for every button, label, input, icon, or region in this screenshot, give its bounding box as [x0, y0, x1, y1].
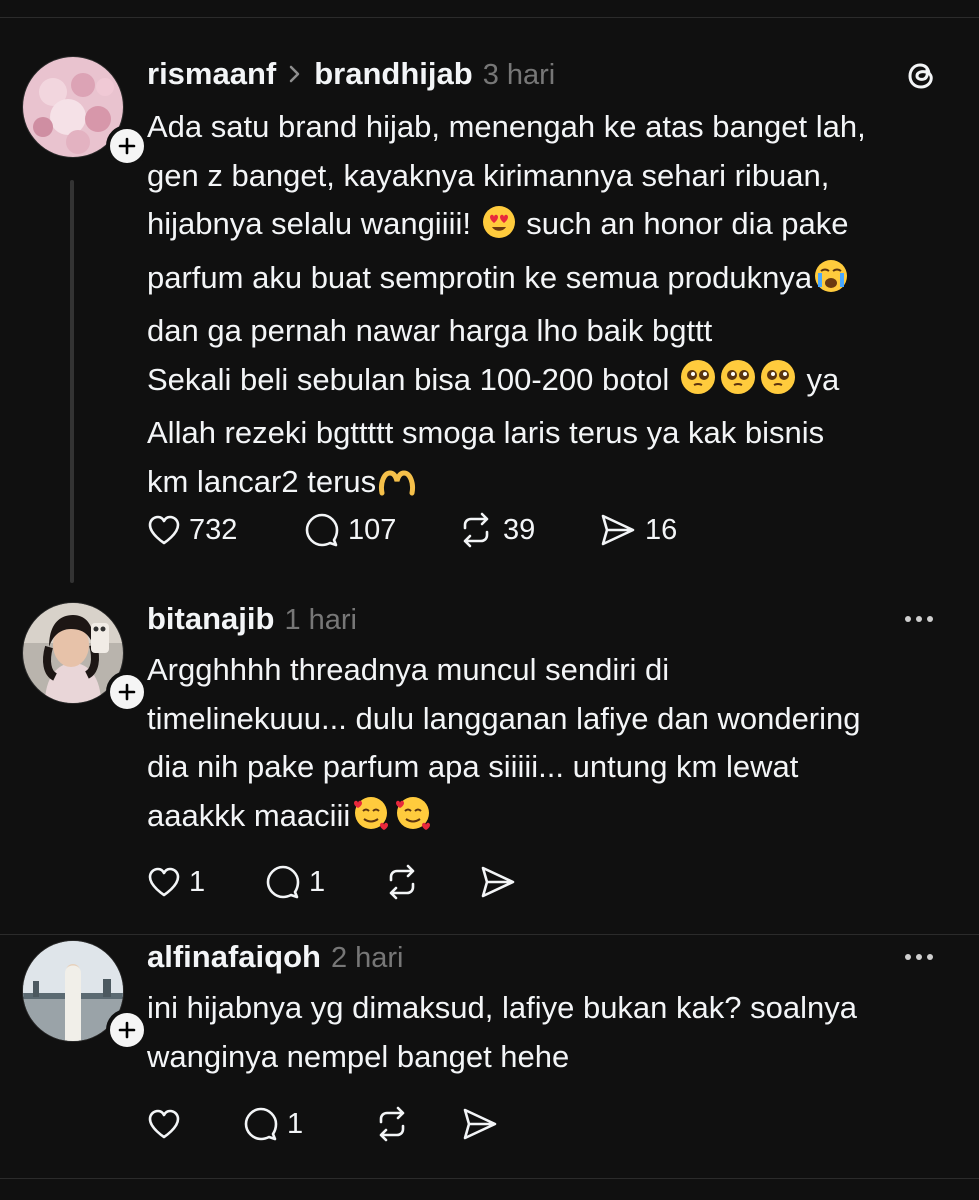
more-dots-icon[interactable] — [905, 954, 933, 960]
post-text-segment: hijabnya selalu wangiiii! — [147, 206, 471, 241]
reply-count: 1 — [287, 1107, 304, 1140]
post-text-line: km lancar2 terus — [147, 458, 952, 512]
post-body: Ada satu brand hijab, menengah ke atas b… — [147, 103, 952, 511]
post-text-line: dan ga pernah nawar harga lho baik bgttt — [147, 313, 713, 348]
repost-arrows-icon — [457, 512, 495, 548]
post-text-line: gen z banget, kayaknya kirimannya sehari… — [147, 157, 830, 193]
post-text-segment: such an honor dia pake — [526, 206, 849, 241]
top-divider — [0, 17, 979, 18]
repost-arrows-icon — [373, 1106, 411, 1142]
post-text-segment: ya — [806, 361, 840, 397]
comment-bubble-icon — [265, 864, 301, 900]
heart-icon — [147, 1107, 181, 1141]
more-dots-icon[interactable] — [905, 616, 933, 622]
timestamp: 1 hari — [284, 604, 357, 636]
like-button[interactable]: 732 — [147, 513, 304, 547]
post-body: Argghhhh threadnya muncul sendiri di tim… — [147, 646, 952, 845]
reply-count: 107 — [348, 513, 397, 546]
post-text-line: Allah rezeki bgttttt smoga laris terus y… — [147, 415, 825, 450]
post-text-line: aaakkk maaciii — [147, 792, 952, 846]
reply-button[interactable]: 1 — [265, 864, 383, 900]
username[interactable]: bitanajib — [147, 601, 274, 637]
post-text-line: wanginya nempel banget hehe — [147, 1038, 570, 1074]
username[interactable]: alfinafaiqoh — [147, 939, 321, 975]
follow-plus-icon[interactable] — [106, 1009, 148, 1051]
follow-plus-icon[interactable] — [106, 125, 148, 167]
thread-connector-line — [70, 180, 74, 583]
post-text-line: dia nih pake parfum apa siiiii... untung… — [147, 749, 799, 784]
reply-button[interactable]: 1 — [243, 1106, 373, 1142]
avatar-container[interactable] — [22, 602, 148, 713]
username[interactable]: rismaanf — [147, 56, 276, 92]
post-header: alfinafaiqoh 2 hari — [147, 939, 404, 975]
comment-bubble-icon — [243, 1106, 279, 1142]
post-divider — [0, 1178, 979, 1179]
timestamp: 2 hari — [330, 942, 404, 974]
pleading-face-emoji-icon — [720, 359, 756, 410]
post-text-segment: km lancar2 terus — [147, 463, 377, 499]
post-text-line: Sekali beli sebulan bisa 100-200 botol y… — [147, 356, 952, 410]
post-text-segment: aaakkk maaciii — [147, 797, 351, 833]
post-text-line: ini hijabnya yg dimaksud, lafiye bukan k… — [147, 990, 857, 1025]
repost-button[interactable]: 39 — [457, 512, 599, 548]
threads-logo-icon[interactable] — [904, 58, 940, 99]
follow-plus-icon[interactable] — [106, 671, 148, 713]
like-button[interactable]: 1 — [147, 865, 265, 899]
post-actions: 732 107 39 16 — [147, 512, 677, 548]
crying-face-emoji-icon — [814, 259, 848, 308]
heart-hands-emoji-icon — [378, 463, 416, 512]
post-body: ini hijabnya yg dimaksud, lafiye bukan k… — [147, 984, 952, 1081]
send-paper-plane-icon — [599, 512, 637, 548]
smiling-hearts-emoji-icon — [394, 795, 432, 846]
post-text-segment: parfum aku buat semprotin ke semua produ… — [147, 259, 813, 295]
repost-count: 39 — [503, 513, 536, 546]
send-paper-plane-icon — [479, 864, 517, 900]
reply-to-username[interactable]: brandhijab — [314, 56, 472, 92]
post-text-line: Argghhhh threadnya muncul sendiri di — [147, 652, 670, 687]
post-actions: 1 — [147, 1106, 499, 1142]
repost-arrows-icon — [383, 864, 421, 900]
post-divider — [0, 934, 979, 935]
share-button[interactable]: 16 — [599, 512, 677, 548]
post-header: bitanajib 1 hari — [147, 601, 357, 637]
like-count: 732 — [189, 513, 238, 546]
comment-bubble-icon — [304, 512, 340, 548]
post-text-line: timelinekuuu... dulu langganan lafiye da… — [147, 700, 861, 736]
avatar-container[interactable] — [22, 940, 148, 1051]
reply-button[interactable]: 107 — [304, 512, 457, 548]
post-actions: 1 1 — [147, 864, 517, 900]
smiling-hearts-emoji-icon — [352, 795, 390, 846]
heart-eyes-emoji-icon — [482, 205, 516, 254]
share-button[interactable] — [479, 864, 517, 900]
post-text-line: hijabnya selalu wangiiii! such an honor … — [147, 200, 952, 254]
like-count: 1 — [189, 865, 206, 898]
pleading-face-emoji-icon — [680, 359, 716, 410]
share-count: 16 — [645, 513, 678, 546]
post-text-line: parfum aku buat semprotin ke semua produ… — [147, 254, 952, 308]
like-button[interactable] — [147, 1107, 243, 1141]
share-button[interactable] — [461, 1106, 499, 1142]
pleading-face-emoji-icon — [760, 359, 796, 410]
repost-button[interactable] — [373, 1106, 461, 1142]
post-header: rismaanf brandhijab 3 hari — [147, 56, 555, 92]
heart-icon — [147, 865, 181, 899]
repost-button[interactable] — [383, 864, 479, 900]
heart-icon — [147, 513, 181, 547]
reply-count: 1 — [309, 865, 326, 898]
send-paper-plane-icon — [461, 1106, 499, 1142]
avatar-container[interactable] — [22, 56, 148, 167]
post-text-line: Ada satu brand hijab, menengah ke atas b… — [147, 109, 866, 144]
post-text-segment: Sekali beli sebulan bisa 100-200 botol — [147, 361, 670, 397]
timestamp: 3 hari — [482, 59, 556, 91]
chevron-right-icon — [288, 59, 302, 91]
